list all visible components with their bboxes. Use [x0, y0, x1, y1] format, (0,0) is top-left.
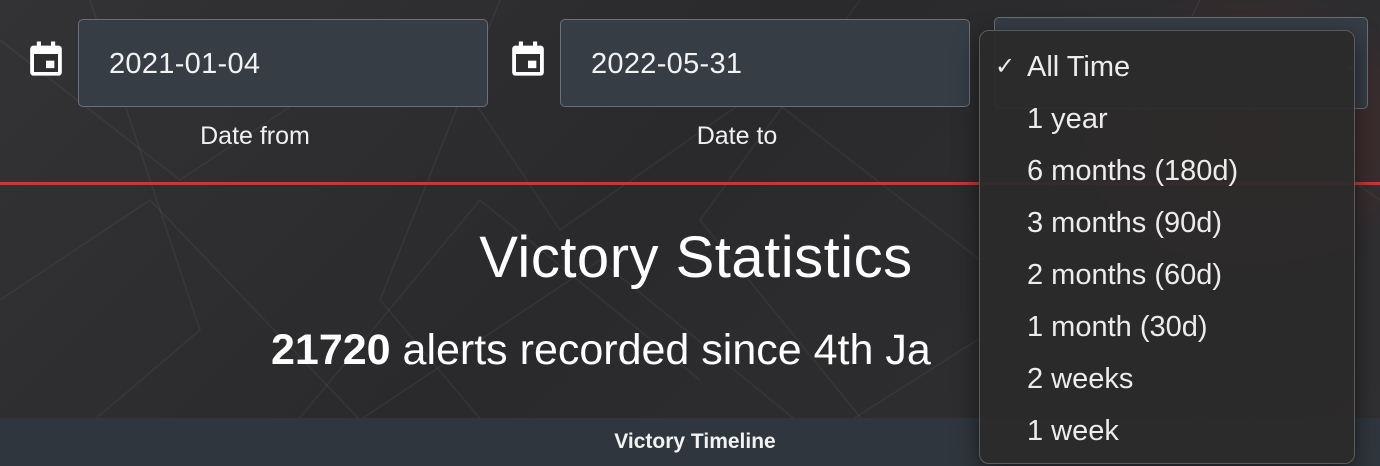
calendar-icon	[30, 41, 62, 76]
range-option-label: 1 month (30d)	[1027, 311, 1208, 343]
range-option-label: 3 months (90d)	[1027, 207, 1223, 239]
date-to-input[interactable]: 2022-05-31	[560, 19, 970, 107]
range-option-1-year[interactable]: 1 year	[980, 93, 1354, 145]
range-option-180d[interactable]: 6 months (180d)	[980, 145, 1354, 197]
alerts-summary-text: alerts recorded since 4th Ja	[402, 326, 931, 374]
range-option-all-time[interactable]: ✓ All Time	[980, 41, 1354, 93]
range-option-label: 2 weeks	[1027, 363, 1134, 395]
date-to-label: Date to	[696, 122, 778, 150]
alerts-summary: 21720 alerts recorded since 4th Ja	[271, 326, 931, 375]
range-option-label: 1 week	[1027, 415, 1119, 447]
range-option-90d[interactable]: 3 months (90d)	[980, 197, 1354, 249]
alerts-count: 21720	[271, 326, 391, 374]
range-option-label: 6 months (180d)	[1027, 155, 1239, 187]
range-option-label: 2 months (60d)	[1027, 259, 1223, 291]
range-dropdown-menu: ✓ All Time 1 year 6 months (180d) 3 mont…	[979, 30, 1355, 464]
checkmark-icon: ✓	[995, 53, 1016, 80]
range-option-30d[interactable]: 1 month (30d)	[980, 301, 1354, 353]
range-option-2-weeks[interactable]: 2 weeks	[980, 353, 1354, 405]
date-from-input[interactable]: 2021-01-04	[78, 19, 488, 107]
range-option-60d[interactable]: 2 months (60d)	[980, 249, 1354, 301]
range-option-1-week[interactable]: 1 week	[980, 405, 1354, 457]
range-option-label: 1 year	[1027, 103, 1108, 135]
calendar-icon	[512, 41, 544, 76]
range-option-label: All Time	[1027, 51, 1131, 83]
date-from-label: Date from	[200, 122, 310, 150]
